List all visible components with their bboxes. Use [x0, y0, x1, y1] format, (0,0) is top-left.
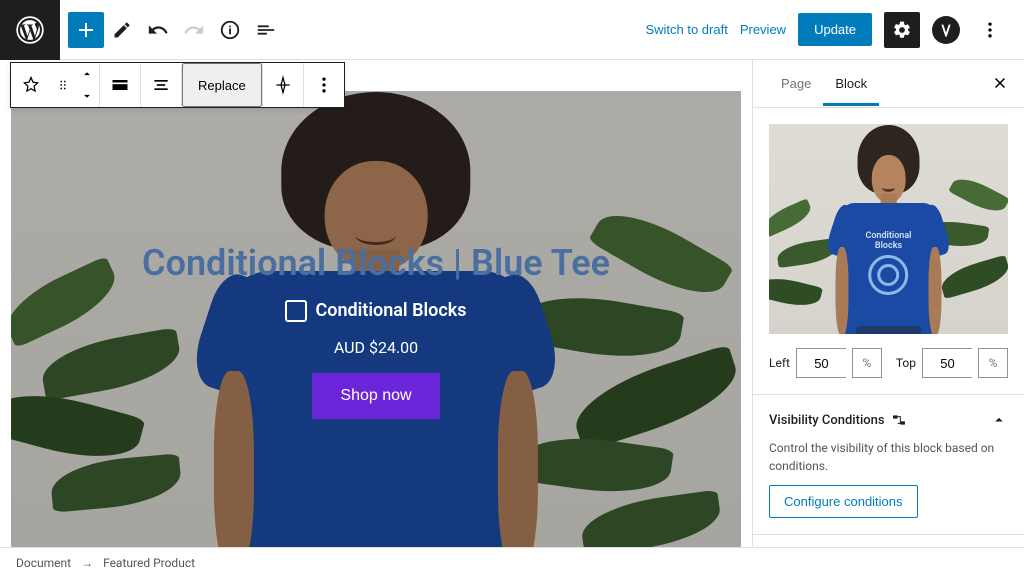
replace-media-button[interactable]: Replace — [182, 63, 262, 107]
cover-logo-text: Conditional Blocks — [315, 300, 466, 321]
focal-left-unit: % — [852, 348, 882, 378]
align-full-button[interactable] — [100, 63, 140, 107]
breadcrumb-arrow-icon: → — [81, 556, 93, 570]
conditions-icon — [891, 412, 907, 428]
tab-block[interactable]: Block — [823, 62, 879, 105]
edit-mode-button[interactable] — [104, 12, 140, 48]
cover-title[interactable]: Conditional Blocks | Blue Tee — [142, 242, 610, 284]
more-vertical-icon — [980, 20, 1000, 40]
add-block-button[interactable] — [68, 12, 104, 48]
cover-block[interactable]: Conditional Blocks | Blue Tee Conditiona… — [10, 90, 742, 547]
close-icon — [991, 74, 1009, 92]
visibility-description: Control the visibility of this block bas… — [769, 439, 1008, 475]
more-vertical-icon — [314, 75, 334, 95]
logo-icon — [285, 300, 307, 322]
focal-left-label: Left — [769, 356, 790, 370]
chevron-up-icon — [80, 67, 94, 81]
yoast-button[interactable] — [932, 16, 960, 44]
align-center-icon — [151, 75, 171, 95]
drag-icon — [56, 76, 70, 94]
star-icon — [21, 75, 41, 95]
block-star-button[interactable] — [11, 63, 51, 107]
block-toolbar: Replace — [10, 62, 345, 108]
content-align-button[interactable] — [141, 63, 181, 107]
settings-button[interactable] — [884, 12, 920, 48]
editor-canvas[interactable]: Replace — [0, 60, 752, 547]
breadcrumb-root[interactable]: Document — [16, 556, 71, 570]
redo-button[interactable] — [176, 12, 212, 48]
duotone-icon — [273, 75, 293, 95]
shop-now-button[interactable]: Shop now — [312, 373, 439, 419]
chevron-up-icon — [990, 411, 1008, 429]
chevron-down-icon — [80, 89, 94, 103]
tab-page[interactable]: Page — [769, 62, 823, 105]
settings-sidebar: Page Block — [752, 60, 1024, 547]
info-button[interactable] — [212, 12, 248, 48]
focal-left-input[interactable] — [796, 348, 846, 378]
cover-price[interactable]: AUD $24.00 — [334, 338, 418, 357]
update-button[interactable]: Update — [798, 13, 872, 46]
wordpress-logo[interactable] — [0, 0, 60, 60]
redo-icon — [183, 19, 205, 41]
block-more-button[interactable] — [304, 63, 344, 107]
undo-icon — [147, 19, 169, 41]
visibility-panel-header[interactable]: Visibility Conditions — [769, 411, 1008, 429]
align-full-icon — [110, 75, 130, 95]
more-options-button[interactable] — [972, 12, 1008, 48]
outline-icon — [255, 19, 277, 41]
block-drag-handle[interactable] — [51, 63, 75, 107]
yoast-icon — [938, 22, 954, 38]
configure-conditions-button[interactable]: Configure conditions — [769, 485, 918, 518]
focal-top-input[interactable] — [922, 348, 972, 378]
gear-icon — [892, 20, 912, 40]
top-toolbar: Switch to draft Preview Update — [0, 0, 1024, 60]
breadcrumb-current[interactable]: Featured Product — [103, 556, 195, 570]
switch-draft-button[interactable]: Switch to draft — [645, 22, 727, 37]
pencil-icon — [112, 20, 132, 40]
close-sidebar-button[interactable] — [988, 72, 1012, 96]
list-view-button[interactable] — [248, 12, 284, 48]
thumb-shirt-print: Conditional Blocks — [856, 231, 921, 295]
undo-button[interactable] — [140, 12, 176, 48]
focal-top-unit: % — [978, 348, 1008, 378]
focal-point-preview[interactable]: Conditional Blocks — [769, 124, 1008, 334]
info-icon — [219, 19, 241, 41]
duotone-button[interactable] — [263, 63, 303, 107]
move-up-button[interactable] — [75, 63, 99, 85]
move-down-button[interactable] — [75, 85, 99, 107]
breadcrumb: Document → Featured Product — [0, 547, 1024, 577]
preview-button[interactable]: Preview — [740, 22, 786, 37]
visibility-title: Visibility Conditions — [769, 413, 885, 428]
wordpress-icon — [16, 16, 44, 44]
plus-icon — [74, 18, 98, 42]
focal-top-label: Top — [896, 356, 916, 370]
cover-logo: Conditional Blocks — [285, 300, 466, 322]
